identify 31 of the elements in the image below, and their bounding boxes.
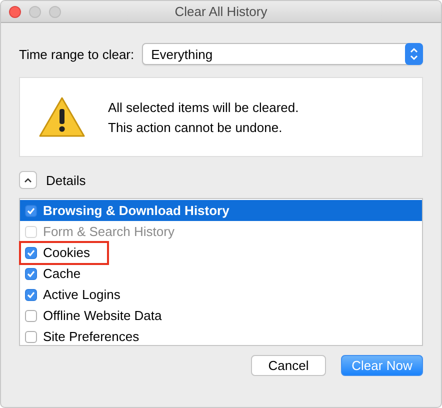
warning-text: All selected items will be cleared.	[108, 100, 299, 114]
item-label: Form & Search History	[43, 224, 174, 239]
cancel-button[interactable]: Cancel	[251, 355, 326, 376]
close-button[interactable]	[9, 6, 21, 18]
item-label: Browsing & Download History	[43, 203, 230, 218]
list-item[interactable]: Site Preferences	[20, 326, 422, 347]
caret-icon	[24, 177, 32, 183]
checkbox[interactable]	[25, 330, 37, 342]
warning-text: This action cannot be undone.	[108, 120, 284, 134]
warning-icon	[38, 96, 86, 138]
details-label: Details	[46, 172, 86, 188]
checkbox[interactable]	[25, 268, 37, 280]
item-label: Active Logins	[43, 287, 120, 302]
item-label: Offline Website Data	[43, 308, 162, 323]
item-label: Cookies	[43, 245, 90, 260]
time-range-label: Time range to clear:	[19, 46, 134, 62]
checkbox[interactable]	[25, 288, 37, 300]
list-item[interactable]: Active Logins	[20, 284, 422, 305]
checkbox[interactable]	[25, 204, 37, 216]
time-range-select[interactable]: Everything	[142, 43, 423, 65]
window-title: Clear All History	[174, 4, 268, 19]
checkbox[interactable]	[25, 310, 37, 322]
list-item[interactable]: Cache	[20, 263, 422, 284]
list-item[interactable]: Browsing & Download History	[20, 200, 422, 221]
list-item[interactable]: Cookies	[20, 242, 422, 263]
list-item[interactable]: Offline Website Data	[20, 305, 422, 326]
details-toggle[interactable]	[19, 171, 37, 189]
stepper-icon	[405, 43, 423, 65]
item-label: Cache	[43, 266, 81, 281]
item-label: Site Preferences	[43, 329, 140, 344]
checkbox[interactable]	[25, 246, 37, 258]
